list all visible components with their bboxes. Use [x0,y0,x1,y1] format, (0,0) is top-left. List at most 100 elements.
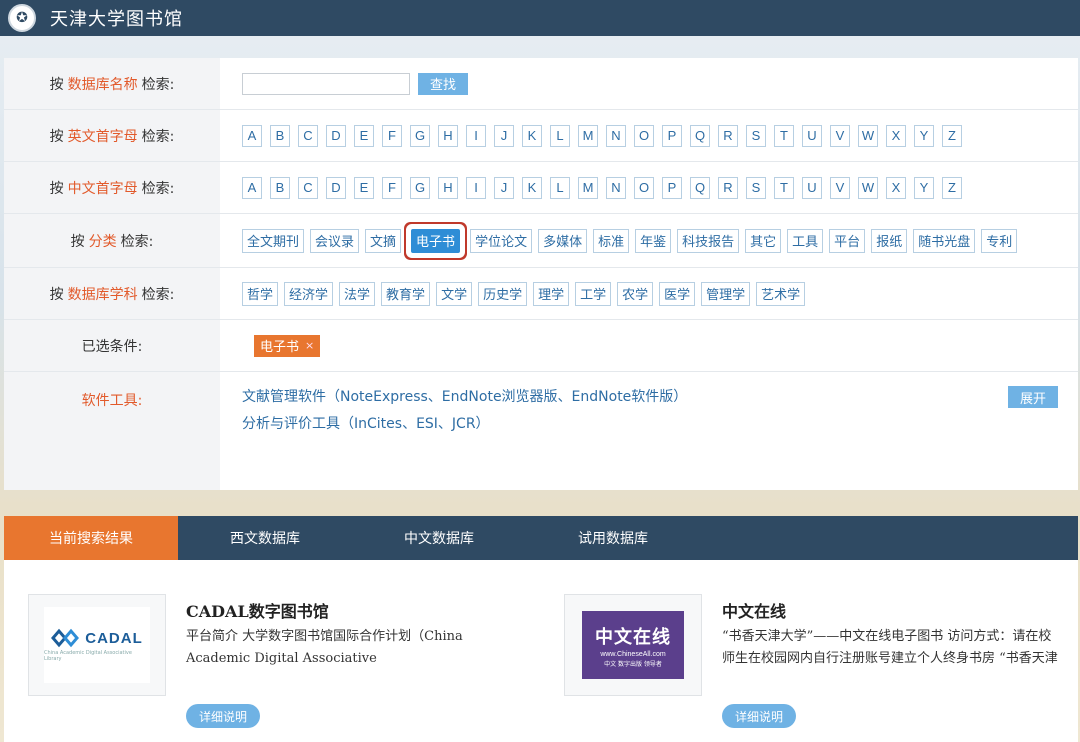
subject-tag-4[interactable]: 文学 [436,281,473,306]
subject-tag-10[interactable]: 管理学 [701,281,751,306]
subject-tag-3[interactable]: 教育学 [381,281,431,306]
site-title[interactable]: 天津大学图书馆 [50,5,183,31]
english-letter-11[interactable]: L [550,124,570,147]
label-category: 按分类 检索: [4,214,220,267]
chinese-letter-17[interactable]: R [718,176,738,199]
category-tag-8[interactable]: 科技报告 [677,228,740,253]
english-letter-24[interactable]: Y [914,124,934,147]
chinese-letter-0[interactable]: A [242,176,262,199]
subject-tag-9[interactable]: 医学 [659,281,696,306]
subject-tag-1[interactable]: 经济学 [284,281,334,306]
english-letter-21[interactable]: V [830,124,850,147]
seal-icon[interactable]: ✪ [8,4,36,32]
chinese-letter-4[interactable]: E [354,176,374,199]
detail-button[interactable]: 详细说明 [186,704,260,728]
chinese-letter-8[interactable]: I [466,176,486,199]
english-letter-15[interactable]: P [662,124,682,147]
chinese-letter-25[interactable]: Z [942,176,962,199]
chinese-letter-20[interactable]: U [802,176,822,199]
row-chinese-letter: 按中文首字母 检索: ABCDEFGHIJKLMNOPQRSTUVWXYZ [4,162,1078,214]
db-name-input[interactable] [242,72,410,95]
subject-tag-6[interactable]: 理学 [533,281,570,306]
english-letter-7[interactable]: H [438,124,458,147]
chinese-letter-24[interactable]: Y [914,176,934,199]
tab-chinese-db[interactable]: 中文数据库 [352,516,526,560]
chinese-letter-21[interactable]: V [830,176,850,199]
chinese-letter-10[interactable]: K [522,176,542,199]
selected-chip[interactable]: 电子书 × [254,334,321,357]
category-tag-0[interactable]: 全文期刊 [242,228,305,253]
category-tag-9[interactable]: 其它 [745,228,782,253]
english-letter-23[interactable]: X [886,124,906,147]
cadal-logo[interactable]: CADAL China Academic Digital Associative… [28,594,166,696]
tab-current-results[interactable]: 当前搜索结果 [4,516,178,560]
chinese-letter-19[interactable]: T [774,176,794,199]
english-letter-2[interactable]: C [298,124,318,147]
category-tag-3[interactable]: 电子书 [411,228,461,253]
english-letter-5[interactable]: F [382,124,402,147]
category-tag-7[interactable]: 年鉴 [635,228,672,253]
software-link-analysis[interactable]: 分析与评价工具（InCites、ESI、JCR） [242,411,1078,438]
chinese-letter-2[interactable]: C [298,176,318,199]
english-letter-13[interactable]: N [606,124,626,147]
category-tag-10[interactable]: 工具 [787,228,824,253]
category-tag-5[interactable]: 多媒体 [538,228,588,253]
english-letter-19[interactable]: T [774,124,794,147]
english-letter-0[interactable]: A [242,124,262,147]
subject-tag-11[interactable]: 艺术学 [756,281,806,306]
close-icon[interactable]: × [305,339,314,352]
english-letter-6[interactable]: G [410,124,430,147]
chinese-letter-9[interactable]: J [494,176,514,199]
category-tag-14[interactable]: 专利 [981,228,1018,253]
chinese-letter-5[interactable]: F [382,176,402,199]
chinese-letter-13[interactable]: N [606,176,626,199]
search-button[interactable]: 查找 [418,72,469,95]
english-letter-10[interactable]: K [522,124,542,147]
english-letter-18[interactable]: S [746,124,766,147]
subject-tag-0[interactable]: 哲学 [242,281,279,306]
subject-tag-5[interactable]: 历史学 [478,281,528,306]
english-letter-12[interactable]: M [578,124,598,147]
tab-trial-db[interactable]: 试用数据库 [526,516,700,560]
chinese-letter-12[interactable]: M [578,176,598,199]
chinese-letter-14[interactable]: O [634,176,654,199]
english-letter-17[interactable]: R [718,124,738,147]
category-tag-2[interactable]: 文摘 [365,228,402,253]
subject-tag-7[interactable]: 工学 [575,281,612,306]
subject-tag-2[interactable]: 法学 [339,281,376,306]
english-letter-4[interactable]: E [354,124,374,147]
category-tag-4[interactable]: 学位论文 [470,228,533,253]
english-letter-9[interactable]: J [494,124,514,147]
result-title[interactable]: 中文在线 [722,598,786,622]
expand-button[interactable]: 展开 [1008,386,1058,408]
english-letter-14[interactable]: O [634,124,654,147]
chinese-letter-15[interactable]: P [662,176,682,199]
english-letter-1[interactable]: B [270,124,290,147]
subject-tag-8[interactable]: 农学 [617,281,654,306]
chineseall-logo[interactable]: 中文在线 www.ChineseAll.com 中文 数字出版 领导者 [564,594,702,696]
chinese-letter-23[interactable]: X [886,176,906,199]
result-title[interactable]: CADAL数字图书馆 [186,598,329,622]
chinese-letter-1[interactable]: B [270,176,290,199]
chinese-letter-6[interactable]: G [410,176,430,199]
category-tag-6[interactable]: 标准 [593,228,630,253]
chinese-letter-7[interactable]: H [438,176,458,199]
english-letter-20[interactable]: U [802,124,822,147]
english-letter-25[interactable]: Z [942,124,962,147]
chinese-letter-18[interactable]: S [746,176,766,199]
english-letter-22[interactable]: W [858,124,878,147]
category-tag-11[interactable]: 平台 [829,228,866,253]
software-link-reference[interactable]: 文献管理软件（NoteExpress、EndNote浏览器版、EndNote软件… [242,384,1078,411]
category-tag-12[interactable]: 报纸 [871,228,908,253]
chinese-letter-11[interactable]: L [550,176,570,199]
english-letter-16[interactable]: Q [690,124,710,147]
chinese-letter-22[interactable]: W [858,176,878,199]
english-letter-8[interactable]: I [466,124,486,147]
category-tag-1[interactable]: 会议录 [310,228,360,253]
category-tag-13[interactable]: 随书光盘 [913,228,976,253]
tab-western-db[interactable]: 西文数据库 [178,516,352,560]
chinese-letter-3[interactable]: D [326,176,346,199]
chinese-letter-16[interactable]: Q [690,176,710,199]
detail-button[interactable]: 详细说明 [722,704,796,728]
english-letter-3[interactable]: D [326,124,346,147]
